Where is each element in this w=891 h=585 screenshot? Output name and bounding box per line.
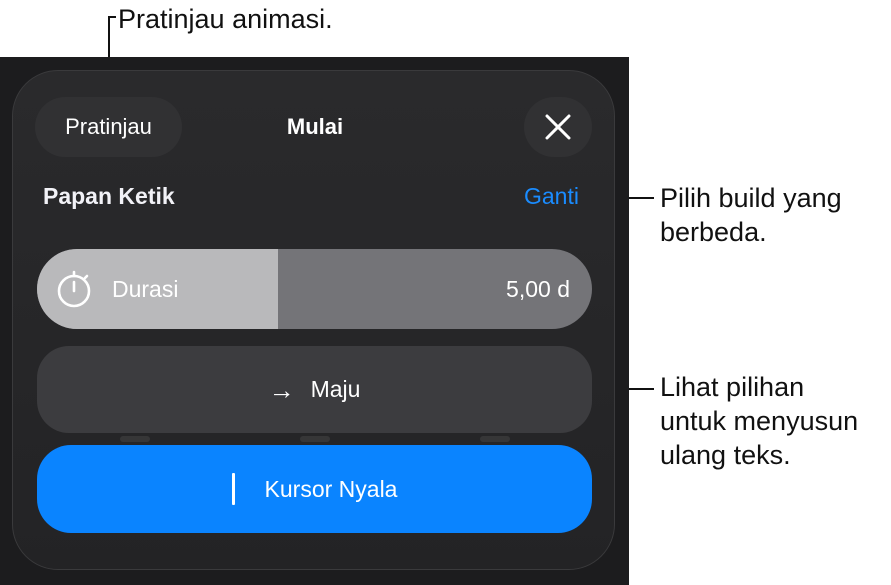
callout-change-build-line1: Pilih build yang xyxy=(660,183,842,213)
cursor-icon xyxy=(231,473,235,505)
direction-button[interactable]: → Maju xyxy=(37,346,592,433)
stopwatch-icon xyxy=(57,270,91,308)
change-build-button[interactable]: Ganti xyxy=(524,180,579,212)
callout-reorder-line1: Lihat pilihan xyxy=(660,372,805,402)
callout-preview: Pratinjau animasi. xyxy=(118,4,333,34)
close-button[interactable] xyxy=(524,97,592,157)
direction-label: Maju xyxy=(310,376,361,402)
close-icon xyxy=(545,114,571,140)
duration-slider[interactable]: Durasi 5,00 d xyxy=(37,249,592,329)
callout-change-build: Pilih build yang berbeda. xyxy=(660,181,842,249)
menu-shadow-mark xyxy=(300,436,330,442)
callout-change-build-line2: berbeda. xyxy=(660,217,767,247)
arrow-right-icon: → xyxy=(268,374,295,405)
delivery-label: Kursor Nyala xyxy=(264,475,398,502)
effect-name: Papan Ketik xyxy=(43,183,175,209)
callout-reorder-line2: untuk menyusun xyxy=(660,406,859,436)
preview-button[interactable]: Pratinjau xyxy=(35,97,182,157)
menu-shadow-mark xyxy=(120,436,150,442)
callout-reorder: Lihat pilihan untuk menyusun ulang teks. xyxy=(660,370,858,472)
duration-label: Durasi xyxy=(112,276,179,302)
menu-shadow-mark xyxy=(480,436,510,442)
callout-preview-leader-cap xyxy=(108,16,116,18)
callout-reorder-line3: ulang teks. xyxy=(660,440,791,470)
annotated-screenshot: Pratinjau animasi. Pilih build yang berb… xyxy=(0,0,891,585)
duration-value: 5,00 d xyxy=(506,276,570,302)
panel-title: Mulai xyxy=(286,114,344,139)
delivery-button[interactable]: Kursor Nyala xyxy=(37,445,592,533)
